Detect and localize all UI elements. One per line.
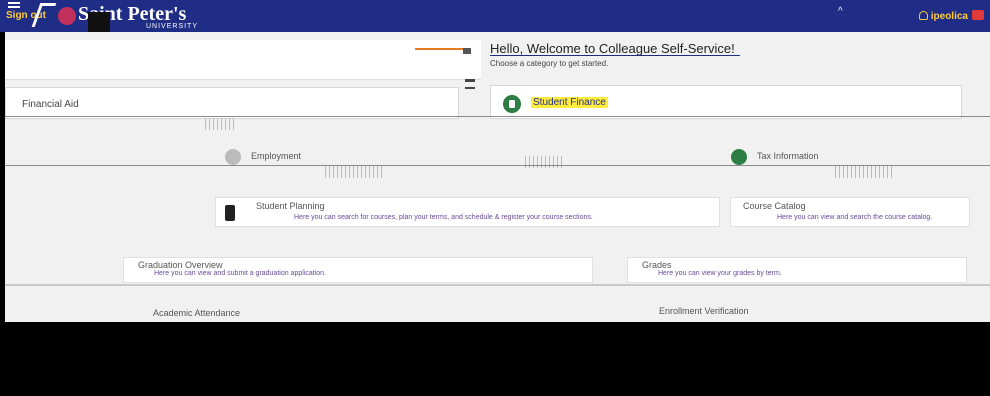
tax-information-title[interactable]: Tax Information bbox=[757, 151, 819, 161]
academic-attendance-title[interactable]: Academic Attendance bbox=[153, 308, 240, 318]
collapse-icon[interactable] bbox=[463, 48, 471, 54]
employment-icon bbox=[225, 149, 241, 165]
logo-seal-icon bbox=[58, 7, 76, 25]
financial-aid-card[interactable]: Financial Aid bbox=[5, 87, 459, 119]
texture bbox=[205, 118, 235, 130]
top-navigation-bar: Sign out Saint Peter's UNIVERSITY ^ ipeo… bbox=[0, 0, 990, 46]
course-catalog-title: Course Catalog bbox=[743, 201, 806, 211]
left-panel bbox=[5, 40, 481, 80]
page-subtitle: Choose a category to get started. bbox=[490, 59, 609, 68]
grades-title: Grades bbox=[642, 260, 672, 270]
notifications-icon[interactable]: ^ bbox=[838, 6, 843, 17]
grades-tile[interactable]: Grades Here you can view your grades by … bbox=[627, 257, 967, 283]
student-planning-title: Student Planning bbox=[256, 201, 325, 211]
hamburger-icon[interactable] bbox=[8, 2, 20, 8]
university-logo[interactable]: Saint Peter's UNIVERSITY bbox=[31, 3, 246, 31]
accent-divider bbox=[415, 48, 465, 50]
employment-title[interactable]: Employment bbox=[251, 151, 301, 161]
student-finance-title: Student Finance bbox=[531, 97, 608, 108]
bank-icon bbox=[465, 79, 475, 89]
tax-information-icon bbox=[731, 149, 747, 165]
enrollment-verification-title[interactable]: Enrollment Verification bbox=[659, 306, 749, 316]
signout-icon[interactable] bbox=[972, 10, 984, 20]
graduation-tile[interactable]: Graduation Overview Here you can view an… bbox=[123, 257, 593, 283]
financial-aid-title: Financial Aid bbox=[22, 99, 79, 110]
texture bbox=[525, 156, 565, 168]
texture bbox=[835, 166, 895, 178]
grades-desc: Here you can view your grades by term. bbox=[658, 270, 782, 277]
divider bbox=[5, 165, 990, 166]
person-icon bbox=[918, 11, 928, 20]
student-planning-desc: Here you can search for courses, plan yo… bbox=[294, 214, 593, 221]
student-finance-card[interactable]: Student Finance bbox=[490, 85, 962, 119]
calendar-icon bbox=[225, 205, 235, 221]
logo-subtitle: UNIVERSITY bbox=[146, 23, 199, 30]
user-name: ipeolica bbox=[930, 11, 968, 22]
divider bbox=[5, 284, 990, 286]
graduation-title: Graduation Overview bbox=[138, 260, 223, 270]
document-icon bbox=[503, 95, 521, 113]
title-underline bbox=[490, 55, 740, 56]
course-catalog-tile[interactable]: Course Catalog Here you can view and sea… bbox=[730, 197, 970, 227]
divider bbox=[5, 116, 990, 117]
black-overlay bbox=[0, 322, 990, 396]
logo-shield-icon bbox=[31, 3, 57, 27]
main-content: Hello, Welcome to Colleague Self-Service… bbox=[5, 32, 990, 322]
student-planning-tile[interactable]: Student Planning Here you can search for… bbox=[215, 197, 720, 227]
course-catalog-desc: Here you can view and search the course … bbox=[777, 214, 933, 221]
graduation-desc: Here you can view and submit a graduatio… bbox=[154, 270, 326, 277]
page-title: Hello, Welcome to Colleague Self-Service… bbox=[490, 41, 735, 56]
user-menu[interactable]: ipeolica bbox=[918, 10, 984, 22]
texture bbox=[325, 166, 385, 178]
